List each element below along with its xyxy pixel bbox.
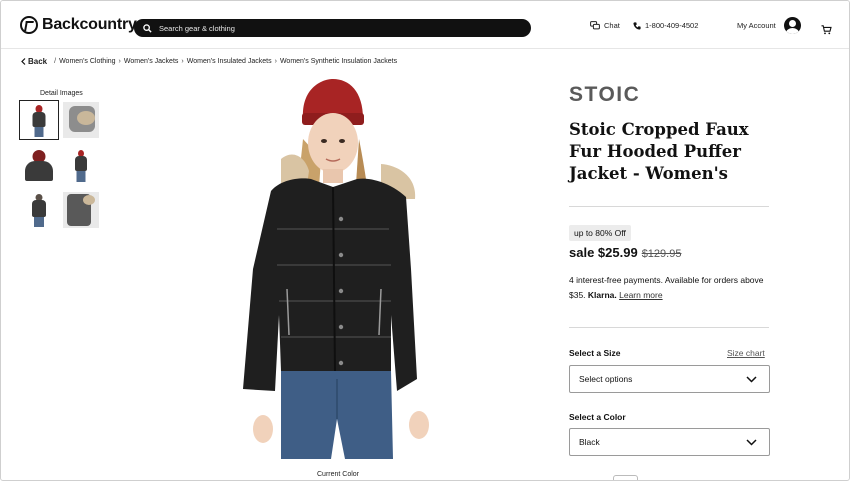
size-chart-link[interactable]: Size chart [727,348,765,358]
chevron-down-icon [746,376,757,383]
back-link[interactable]: Back [21,57,47,66]
logo-mark-icon [20,16,38,34]
logo-text: Backcountry [42,16,137,33]
thumbnail-image [21,192,57,228]
thumbnail-image [63,192,99,228]
learn-more-link[interactable]: Learn more [619,290,662,300]
avatar-icon [783,17,801,34]
size-select-value: Select options [579,374,633,384]
thumbnail-1[interactable] [19,100,59,140]
breadcrumb-separator: / [54,58,57,65]
site-header: Backcountry Chat 1-800-409-4502 My Accou… [1,1,849,49]
account-link[interactable]: My Account [737,17,801,34]
cart-icon [821,25,832,35]
page-frame: Backcountry Chat 1-800-409-4502 My Accou… [0,0,850,481]
color-label: Select a Color [569,412,626,422]
breadcrumb-item[interactable]: Women's Synthetic Insulation Jackets [280,58,397,65]
phone-icon [633,21,641,30]
product-title: Stoic Cropped Faux Fur Hooded Puffer Jac… [569,120,749,183]
thumbnail-image [63,102,99,138]
brand-name[interactable]: STOIC [569,83,640,107]
color-swatch[interactable] [613,475,638,480]
divider [569,327,769,328]
product-photo [243,79,429,459]
thumbnail-image [21,147,57,183]
breadcrumb-separator: › [274,58,277,65]
breadcrumb-item[interactable]: Women's Clothing [59,58,115,65]
chat-icon [590,21,600,30]
search-icon [143,23,152,33]
color-select[interactable]: Black [569,428,770,456]
phone-link[interactable]: 1-800-409-4502 [633,21,698,30]
chevron-down-icon [746,439,757,446]
chat-link[interactable]: Chat [590,21,620,30]
breadcrumb-item[interactable]: Women's Jackets [124,58,179,65]
price-block: sale $25.99 $129.95 [569,245,681,260]
search-bar[interactable] [134,19,531,37]
detail-images-label: Detail Images [40,90,83,97]
product-main-image[interactable] [241,79,443,459]
breadcrumb-separator: › [181,58,184,65]
thumbnail-image [63,147,99,183]
phone-number: 1-800-409-4502 [645,21,699,30]
current-color-label: Current Color [317,471,360,478]
thumbnail-5[interactable] [21,192,57,228]
back-label: Back [28,57,48,66]
account-label: My Account [737,21,776,30]
color-select-value: Black [579,437,600,447]
divider [569,206,769,207]
size-label: Select a Size [569,348,621,358]
klarna-brand: Klarna. [587,289,617,300]
breadcrumb-separator: › [118,58,121,65]
chat-label: Chat [604,21,620,30]
logo[interactable]: Backcountry [20,16,137,34]
sale-price: sale $25.99 [569,245,638,260]
breadcrumb-item[interactable]: Women's Insulated Jackets [187,58,272,65]
thumbnail-image [21,102,57,138]
thumbnail-6[interactable] [63,192,99,228]
original-price: $129.95 [641,248,682,260]
thumbnail-4[interactable] [63,147,99,183]
discount-badge: up to 80% Off [569,225,631,241]
thumbnail-3[interactable] [21,147,57,183]
chevron-left-icon [21,58,26,65]
size-select[interactable]: Select options [569,365,770,393]
payment-info: 4 interest-free payments. Available for … [569,273,774,302]
thumbnail-2[interactable] [63,102,99,138]
search-input[interactable] [159,23,509,33]
breadcrumb: Back / Women's Clothing › Women's Jacket… [21,57,397,66]
cart-button[interactable] [821,22,832,40]
